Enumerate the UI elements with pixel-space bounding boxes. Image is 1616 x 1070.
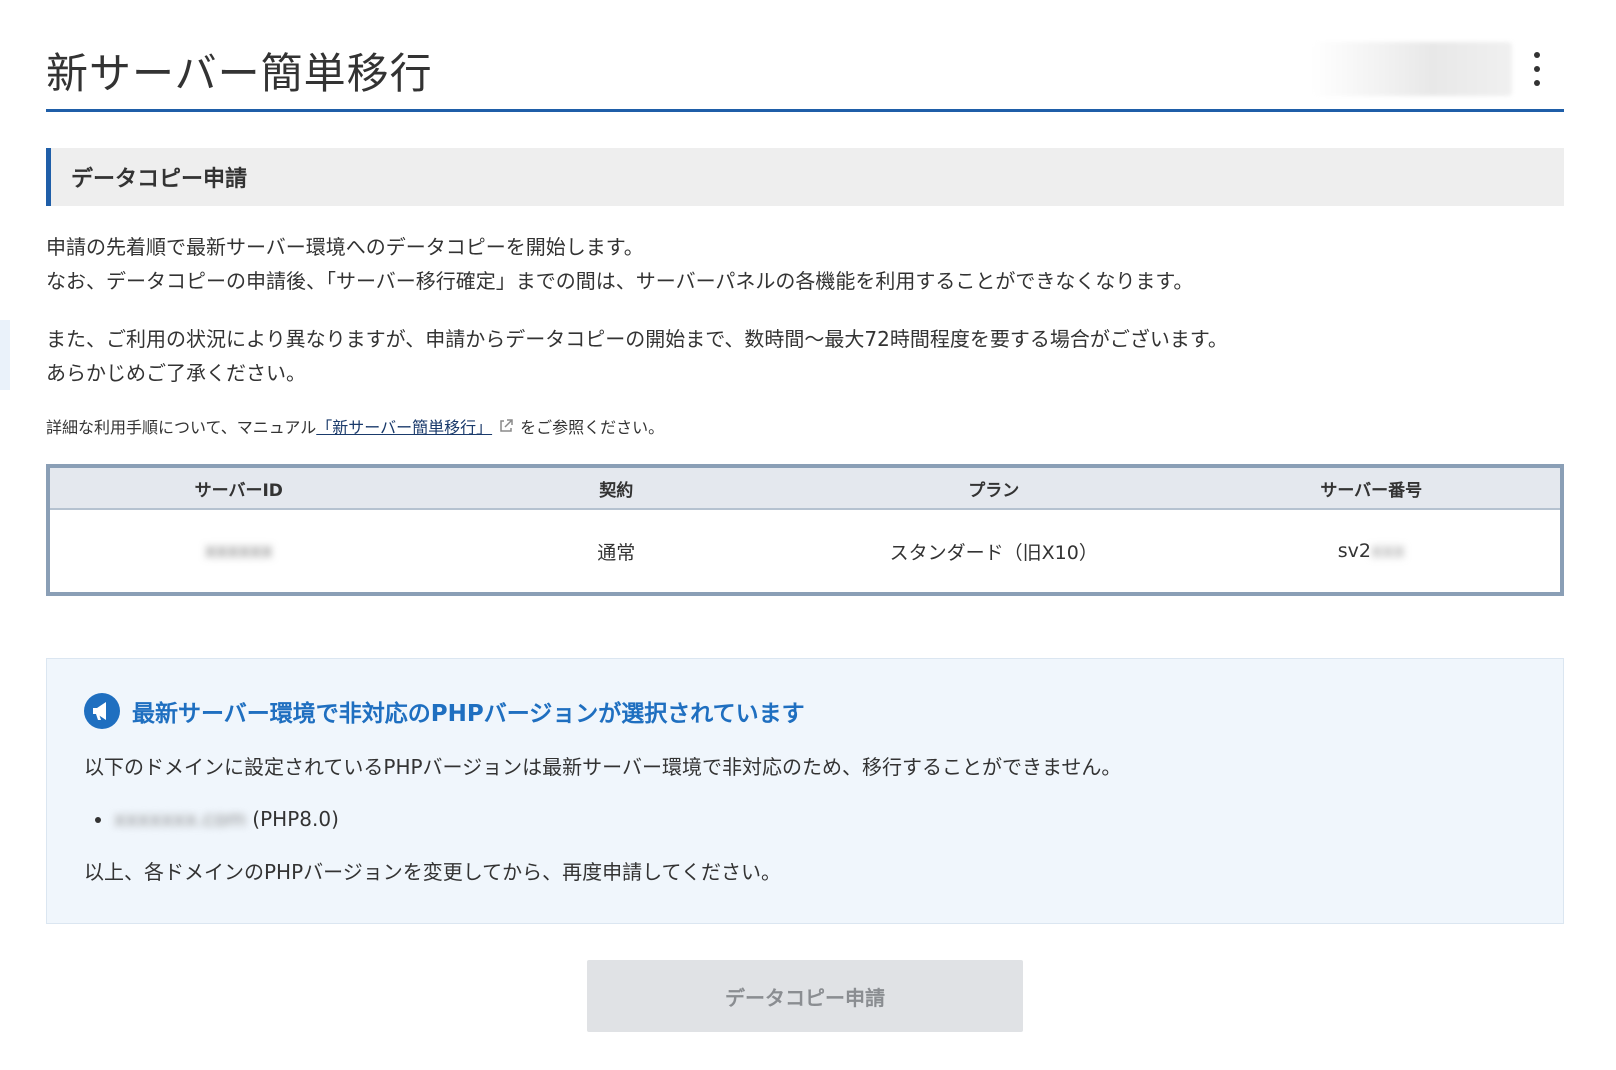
warning-title-text: 最新サーバー環境で非対応のPHPバージョンが選択されています bbox=[132, 701, 805, 727]
page-container: 新サーバー簡単移行 データコピー申請 申請の先着順で最新サーバー環境へのデータコ… bbox=[46, 0, 1564, 1032]
description-line-3: また、ご利用の状況により異なりますが、申請からデータコピーの開始まで、数時間～最… bbox=[46, 327, 1228, 351]
submit-area: データコピー申請 bbox=[46, 960, 1564, 1032]
cell-contract: 通常 bbox=[597, 541, 636, 564]
external-link-icon[interactable] bbox=[498, 418, 514, 434]
list-item: xxxxxxx.com (PHP8.0) bbox=[114, 802, 1527, 836]
manual-note-suffix: をご参照ください。 bbox=[520, 418, 665, 437]
data-copy-request-button[interactable]: データコピー申請 bbox=[587, 960, 1023, 1032]
server-info-table: サーバーID 契約 プラン サーバー番号 xxxxxx 通常 スタンダード（旧X… bbox=[46, 464, 1564, 596]
left-edge-accent bbox=[0, 320, 10, 390]
description-line-4: あらかじめご了承ください。 bbox=[46, 361, 306, 385]
warning-title: 最新サーバー環境で非対応のPHPバージョンが選択されています bbox=[84, 693, 1527, 729]
page-header: 新サーバー簡単移行 bbox=[46, 0, 1564, 112]
domain-php-version: (PHP8.0) bbox=[252, 807, 339, 831]
cell-server-number: sv2xxx bbox=[1183, 509, 1561, 592]
php-warning-box: 最新サーバー環境で非対応のPHPバージョンが選択されています 以下のドメインに設… bbox=[46, 658, 1564, 924]
domain-list: xxxxxxx.com (PHP8.0) bbox=[84, 802, 1527, 836]
megaphone-icon bbox=[84, 693, 120, 729]
domain-name: xxxxxxx.com bbox=[114, 807, 246, 831]
cell-plan: スタンダード（旧X10） bbox=[889, 541, 1098, 564]
table-row: xxxxxx 通常 スタンダード（旧X10） sv2xxx bbox=[50, 509, 1560, 592]
description-line-2: なお、データコピーの申請後、「サーバー移行確定」までの間は、サーバーパネルの各機… bbox=[46, 269, 1194, 293]
cell-server-id: xxxxxx bbox=[50, 509, 428, 592]
header-contract: 契約 bbox=[427, 468, 805, 510]
warning-text: 以下のドメインに設定されているPHPバージョンは最新サーバー環境で非対応のため、… bbox=[84, 755, 1122, 779]
header-plan: プラン bbox=[805, 468, 1183, 510]
warning-footer: 以上、各ドメインのPHPバージョンを変更してから、再度申請してください。 bbox=[84, 860, 781, 884]
header-server-id: サーバーID bbox=[50, 468, 428, 510]
description: 申請の先着順で最新サーバー環境へのデータコピーを開始します。 なお、データコピー… bbox=[46, 230, 1564, 390]
manual-link[interactable]: 「新サーバー簡単移行」 bbox=[316, 414, 492, 438]
account-info-blurred[interactable] bbox=[1312, 42, 1512, 96]
server-id-value: xxxxxx bbox=[205, 540, 273, 562]
table-header-row: サーバーID 契約 プラン サーバー番号 bbox=[50, 468, 1560, 510]
server-number-prefix: sv2 bbox=[1337, 540, 1371, 562]
more-options-icon[interactable] bbox=[1530, 52, 1544, 86]
page-title: 新サーバー簡単移行 bbox=[46, 49, 433, 98]
header-server-number: サーバー番号 bbox=[1182, 468, 1560, 510]
server-number-rest: xxx bbox=[1371, 540, 1405, 562]
section-heading: データコピー申請 bbox=[46, 148, 1564, 206]
manual-note-prefix: 詳細な利用手順について、マニュアル bbox=[46, 418, 317, 437]
manual-note: 詳細な利用手順について、マニュアル 「新サーバー簡単移行」 をご参照ください。 bbox=[46, 414, 1564, 438]
description-line-1: 申請の先着順で最新サーバー環境へのデータコピーを開始します。 bbox=[46, 235, 644, 259]
